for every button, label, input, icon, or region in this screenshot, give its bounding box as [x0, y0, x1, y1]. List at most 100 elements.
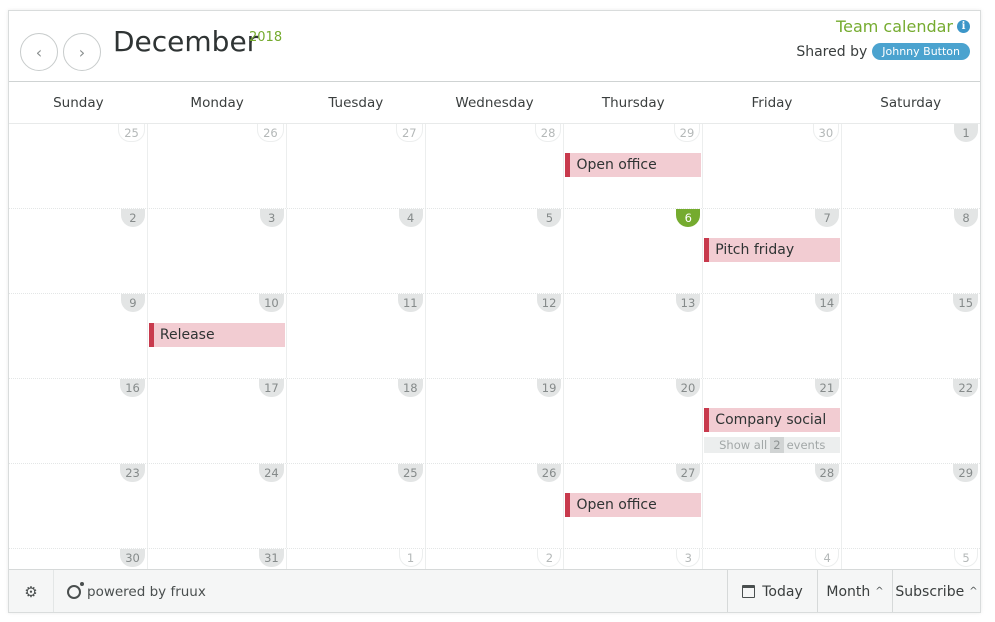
day-cell[interactable]: 26 — [148, 124, 287, 208]
day-number: 1 — [954, 124, 979, 142]
day-number: 30 — [812, 124, 840, 142]
weekday-monday: Monday — [190, 95, 244, 111]
day-cell[interactable]: 24 — [148, 464, 287, 548]
event-count-badge: 2 — [770, 437, 784, 453]
event-open-office[interactable]: Open office — [565, 493, 702, 517]
today-label: Today — [762, 583, 803, 600]
weekday-wednesday: Wednesday — [455, 95, 534, 111]
day-cell-today[interactable]: 6 — [564, 209, 704, 293]
weekday-thursday: Thursday — [601, 95, 665, 111]
day-number: 11 — [397, 294, 423, 312]
day-number: 8 — [954, 209, 979, 227]
day-cell[interactable]: 7 Pitch friday — [703, 209, 843, 293]
event-pitch-friday[interactable]: Pitch friday — [704, 238, 841, 262]
shared-by-label: Shared by — [796, 43, 868, 60]
day-number: 25 — [397, 464, 423, 482]
day-number: 31 — [259, 549, 284, 567]
day-cell[interactable]: 12 — [426, 294, 565, 378]
day-number: 13 — [675, 294, 701, 312]
weekday-saturday: Saturday — [880, 95, 942, 111]
day-cell[interactable]: 11 — [287, 294, 426, 378]
day-number: 24 — [259, 464, 284, 482]
next-month-button[interactable]: › — [63, 33, 101, 71]
day-cell[interactable]: 29 — [842, 464, 980, 548]
day-cell[interactable]: 5 — [426, 209, 565, 293]
view-month-dropdown[interactable]: Month ^ — [817, 570, 892, 612]
day-number: 7 — [815, 209, 840, 227]
day-cell[interactable]: 3 — [148, 209, 287, 293]
day-cell[interactable]: 10 Release — [148, 294, 287, 378]
day-cell[interactable]: 8 — [842, 209, 980, 293]
day-cell[interactable]: 28 — [703, 464, 843, 548]
weekday-sunday: Sunday — [53, 95, 104, 111]
subscribe-label: Subscribe — [895, 583, 965, 600]
chevron-left-icon: ‹ — [35, 42, 43, 62]
day-cell[interactable]: 18 — [287, 379, 426, 463]
day-cell[interactable]: 15 — [842, 294, 980, 378]
day-cell[interactable]: 22 — [842, 379, 980, 463]
event-company-social[interactable]: Company social — [704, 408, 841, 432]
day-number: 12 — [536, 294, 562, 312]
day-cell[interactable]: 20 — [564, 379, 704, 463]
shared-by-user-badge[interactable]: Johnny Button — [872, 43, 970, 60]
settings-button[interactable]: ⚙ — [9, 570, 54, 612]
month-grid: 25 26 27 28 29 Open office 30 1 2 3 4 5 … — [9, 124, 980, 579]
weekday-header-row: Sunday Monday Tuesday Wednesday Thursday… — [9, 83, 980, 124]
chevron-right-icon: › — [78, 42, 86, 62]
day-cell[interactable]: 28 — [426, 124, 565, 208]
day-cell[interactable]: 17 — [148, 379, 287, 463]
month-title: December — [113, 25, 259, 58]
day-cell[interactable]: 2 — [9, 209, 148, 293]
show-all-prefix: Show all — [719, 438, 768, 452]
day-number: 26 — [536, 464, 562, 482]
day-number: 27 — [675, 464, 701, 482]
day-number: 9 — [120, 294, 145, 312]
day-cell[interactable]: 30 — [703, 124, 843, 208]
day-cell[interactable]: 4 — [287, 209, 426, 293]
powered-by-link[interactable]: powered by fruux — [54, 570, 727, 612]
day-cell[interactable]: 25 — [287, 464, 426, 548]
day-cell[interactable]: 14 — [703, 294, 843, 378]
fruux-logo-icon — [67, 581, 84, 599]
day-cell[interactable]: 27 Open office — [564, 464, 704, 548]
month-view-label: Month — [826, 583, 871, 600]
week-row: 9 10 Release 11 12 13 14 15 — [9, 294, 980, 379]
today-button[interactable]: Today — [727, 570, 817, 612]
day-number: 27 — [395, 124, 423, 142]
day-number: 29 — [673, 124, 701, 142]
day-cell[interactable]: 21 Company social Show all 2 events — [703, 379, 843, 463]
show-all-events-link[interactable]: Show all 2 events — [704, 437, 841, 453]
event-open-office[interactable]: Open office — [565, 153, 702, 177]
day-cell[interactable]: 29 Open office — [564, 124, 704, 208]
day-number: 14 — [814, 294, 840, 312]
day-number: 30 — [120, 549, 145, 567]
day-cell[interactable]: 23 — [9, 464, 148, 548]
day-number: 5 — [537, 209, 562, 227]
weekday-tuesday: Tuesday — [328, 95, 384, 111]
day-number: 1 — [398, 549, 423, 567]
info-icon[interactable]: i — [957, 20, 970, 33]
day-number: 28 — [534, 124, 562, 142]
day-number: 2 — [120, 209, 145, 227]
subscribe-dropdown[interactable]: Subscribe ^ — [892, 570, 980, 612]
year-label: 2018 — [249, 30, 283, 45]
day-cell[interactable]: 16 — [9, 379, 148, 463]
gear-icon: ⚙ — [24, 582, 38, 601]
day-cell[interactable]: 27 — [287, 124, 426, 208]
day-cell[interactable]: 26 — [426, 464, 565, 548]
today-day-number: 6 — [676, 209, 701, 227]
day-number: 21 — [814, 379, 840, 397]
previous-month-button[interactable]: ‹ — [20, 33, 58, 71]
day-cell[interactable]: 25 — [9, 124, 148, 208]
weekday-friday: Friday — [751, 95, 793, 111]
day-cell[interactable]: 19 — [426, 379, 565, 463]
event-release[interactable]: Release — [148, 323, 285, 347]
day-cell[interactable]: 1 — [842, 124, 980, 208]
day-number: 4 — [398, 209, 423, 227]
day-cell[interactable]: 9 — [9, 294, 148, 378]
calendar-name[interactable]: Team calendar i — [836, 17, 970, 36]
day-number: 18 — [397, 379, 423, 397]
powered-by-label: powered by fruux — [87, 583, 206, 600]
calendar-name-label: Team calendar — [836, 17, 953, 36]
day-cell[interactable]: 13 — [564, 294, 704, 378]
